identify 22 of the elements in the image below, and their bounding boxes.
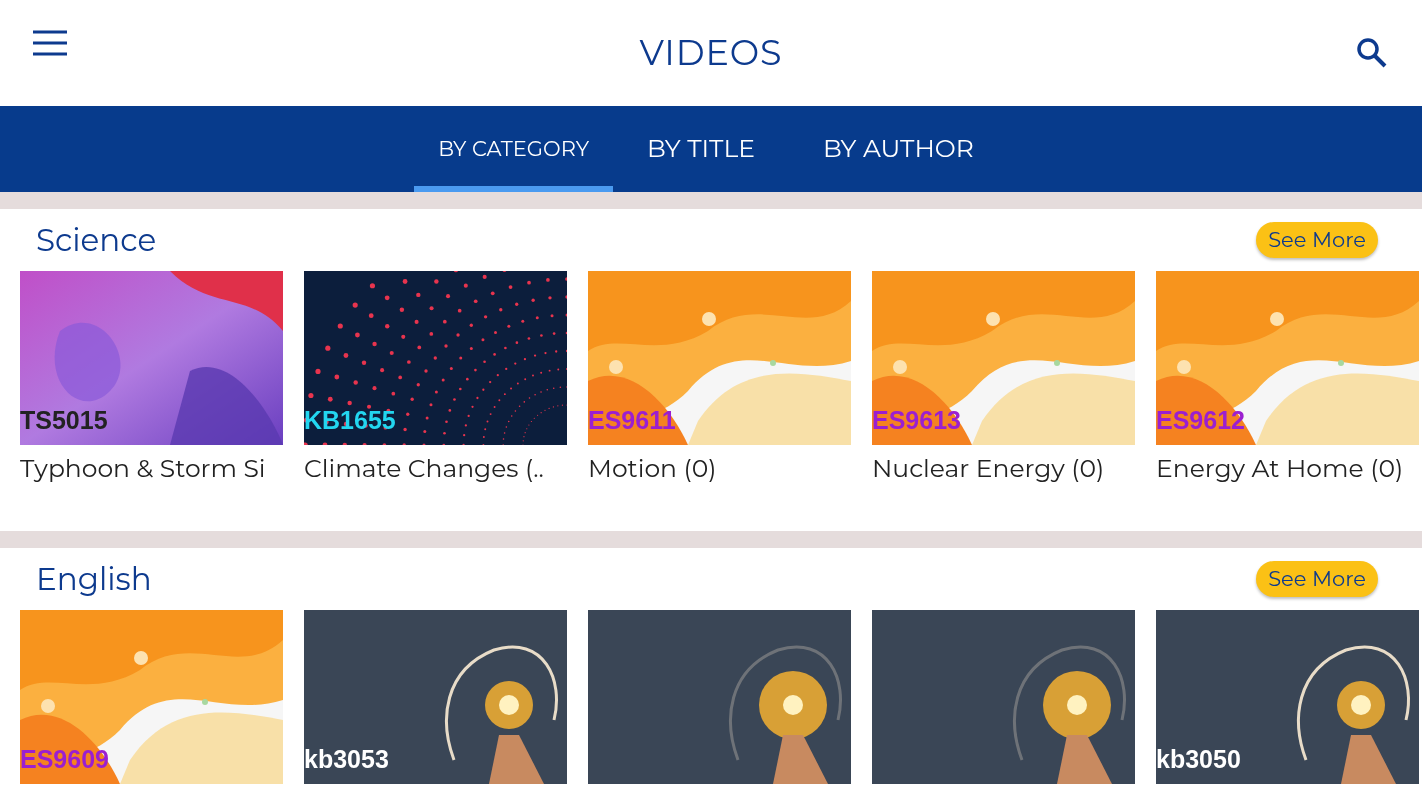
tab[interactable]: BY TITLE xyxy=(613,106,789,192)
page-title: VIDEOS xyxy=(639,29,783,76)
video-code: ES9609 xyxy=(20,747,109,772)
see-more-button[interactable]: See More xyxy=(1256,222,1378,258)
video-title[interactable]: Typhoon & Storm Si xyxy=(20,453,283,485)
video-title[interactable]: Motion (0) xyxy=(588,453,851,485)
video-code: ES9612 xyxy=(1156,408,1245,433)
search-icon xyxy=(1356,37,1388,69)
video-code: KB1655 xyxy=(304,408,396,433)
video-code: kb3050 xyxy=(1156,747,1241,772)
video-title[interactable]: Climate Changes (.. xyxy=(304,453,567,485)
video-code: TS5015 xyxy=(20,408,108,433)
video-code: ES9613 xyxy=(872,408,961,433)
video-code: kb3053 xyxy=(304,747,389,772)
video-title[interactable]: Energy At Home (0) xyxy=(1156,453,1419,485)
menu-icon xyxy=(33,30,67,56)
video-code: ES9611 xyxy=(588,408,676,433)
see-more-button[interactable]: See More xyxy=(1256,561,1378,597)
video-title[interactable]: Nuclear Energy (0) xyxy=(872,453,1135,485)
tab[interactable]: BY AUTHOR xyxy=(788,106,1008,192)
section-title: Science xyxy=(36,219,157,261)
section-title: English xyxy=(36,558,152,600)
